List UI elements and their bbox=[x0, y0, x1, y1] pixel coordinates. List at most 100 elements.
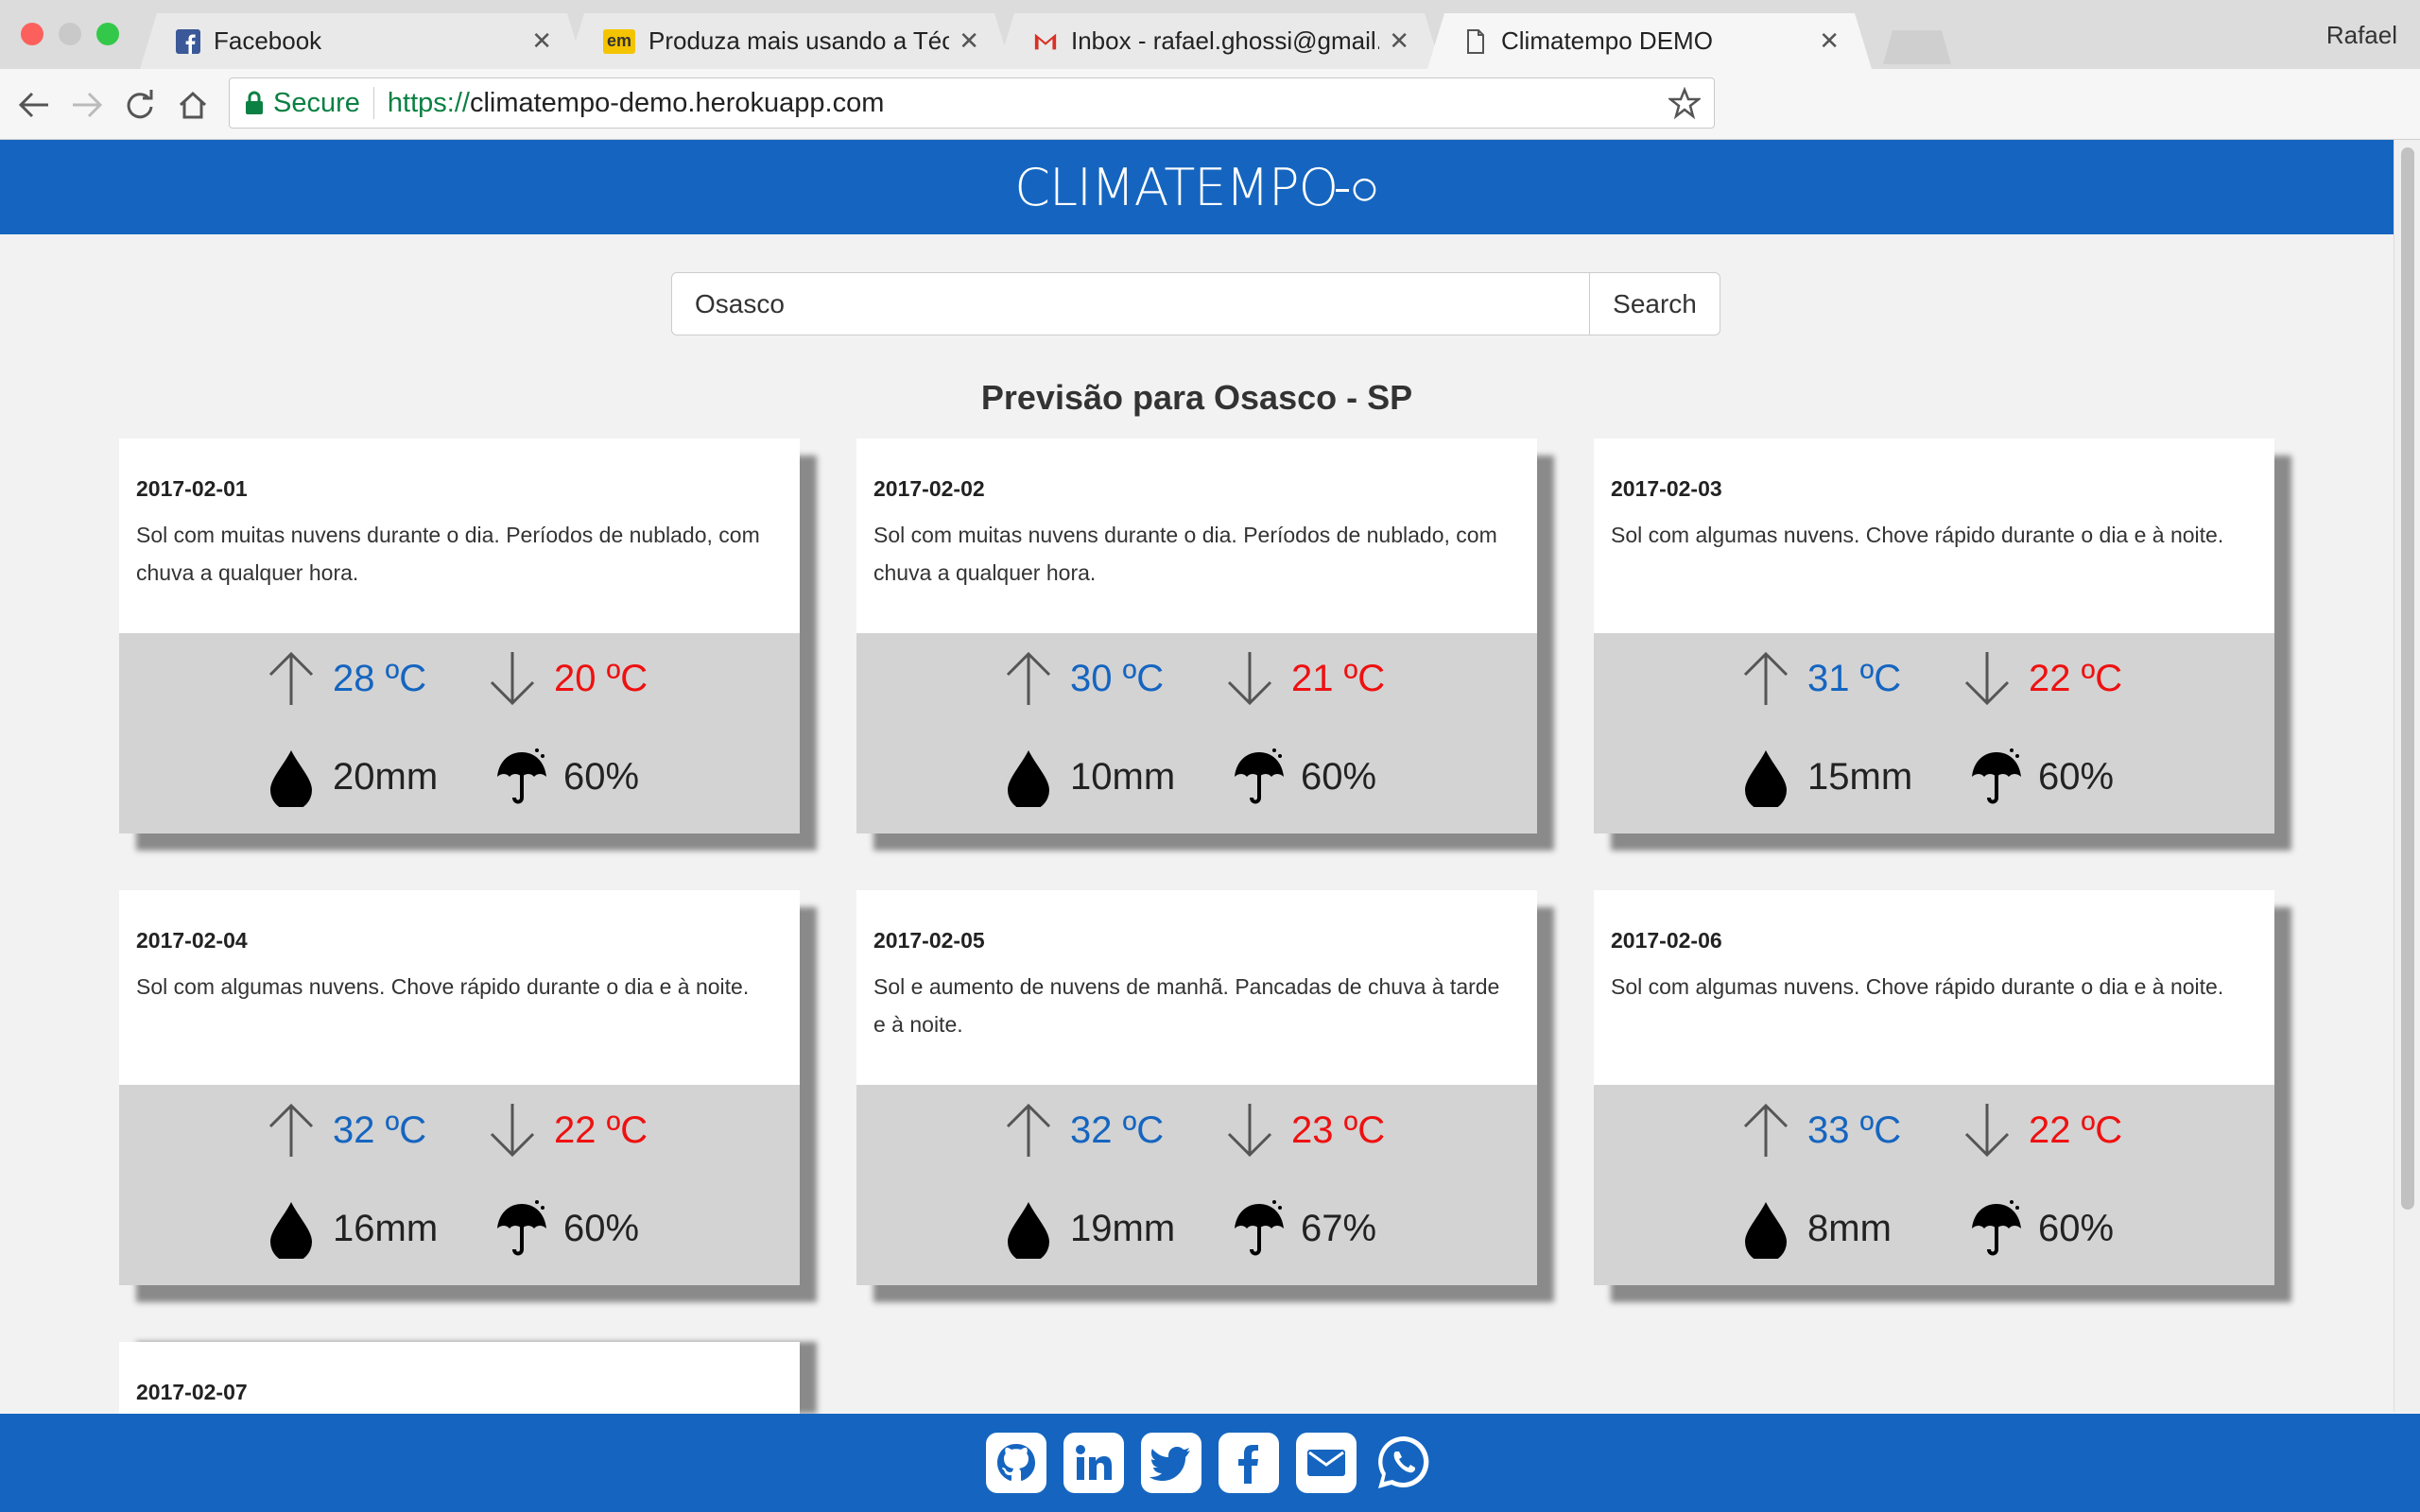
rain-volume-value: 10mm bbox=[1070, 755, 1176, 798]
temp-max: 33 ºC bbox=[1737, 1100, 1901, 1160]
search-form: Search bbox=[671, 272, 1720, 335]
temp-max-value: 32 ºC bbox=[333, 1108, 427, 1151]
forecast-stats: 32 ºC 22 ºC 16mm 60% bbox=[119, 1085, 800, 1285]
forecast-stats: 28 ºC 20 ºC 20mm 60% bbox=[119, 633, 800, 833]
profile-name[interactable]: Rafael bbox=[2326, 21, 2397, 50]
forecast-card: 2017-02-06 Sol com algumas nuvens. Chove … bbox=[1594, 890, 2274, 1285]
bookmark-star-icon[interactable] bbox=[1668, 87, 1701, 119]
forecast-description: Sol com algumas nuvens. Chove rápido dur… bbox=[1611, 523, 2224, 547]
temp-max: 32 ºC bbox=[1000, 1100, 1164, 1160]
whatsapp-icon[interactable] bbox=[1374, 1433, 1434, 1493]
forecast-stats: 33 ºC 22 ºC 8mm 60% bbox=[1594, 1085, 2274, 1285]
rain-volume-value: 20mm bbox=[333, 755, 439, 798]
forecast-description: Sol e aumento de nuvens de manhã. Pancad… bbox=[873, 974, 1500, 1037]
rain-probability-value: 60% bbox=[563, 1207, 640, 1249]
tab-title: Climatempo DEMO bbox=[1501, 26, 1713, 55]
arrow-down-icon bbox=[1964, 1104, 2010, 1158]
temp-max-value: 30 ºC bbox=[1070, 657, 1165, 699]
rain-probability: 60% bbox=[1968, 747, 2114, 807]
rain-probability-value: 67% bbox=[1301, 1207, 1377, 1249]
arrow-up-icon bbox=[268, 651, 314, 705]
arrow-down-icon bbox=[1964, 652, 2010, 706]
tab-close-icon[interactable]: ✕ bbox=[959, 26, 979, 56]
umbrella-icon bbox=[1235, 748, 1284, 804]
forecast-description: Sol com algumas nuvens. Chove rápido dur… bbox=[1611, 974, 2224, 999]
minimize-window-button[interactable] bbox=[59, 23, 81, 45]
new-tab-button[interactable] bbox=[1883, 30, 1951, 64]
temp-min: 22 ºC bbox=[1959, 648, 2122, 709]
forecast-card: 2017-02-07 bbox=[119, 1342, 800, 1414]
arrow-down-icon bbox=[1227, 652, 1272, 706]
rain-probability: 60% bbox=[1968, 1198, 2114, 1259]
page-favicon-icon bbox=[1463, 29, 1488, 54]
umbrella-icon bbox=[497, 1200, 546, 1256]
maximize-window-button[interactable] bbox=[96, 23, 119, 45]
footer bbox=[0, 1414, 2420, 1512]
forward-icon[interactable] bbox=[68, 86, 106, 124]
forecast-date: 2017-02-07 bbox=[136, 1380, 248, 1404]
arrow-up-icon bbox=[268, 1103, 314, 1157]
arrow-down-icon bbox=[1227, 1104, 1272, 1158]
github-icon[interactable] bbox=[986, 1433, 1046, 1493]
rain-probability-value: 60% bbox=[1301, 755, 1377, 798]
back-icon[interactable] bbox=[15, 86, 53, 124]
url-host: climatempo-demo.herokuapp.com bbox=[469, 87, 885, 118]
rain-probability: 60% bbox=[493, 1198, 639, 1259]
scrollbar-thumb[interactable] bbox=[2401, 147, 2414, 1210]
temp-min-value: 23 ºC bbox=[1291, 1108, 1386, 1151]
forecast-card: 2017-02-03 Sol com algumas nuvens. Chove … bbox=[1594, 438, 2274, 833]
rain-volume: 19mm bbox=[1000, 1198, 1175, 1259]
linkedin-icon[interactable] bbox=[1063, 1433, 1124, 1493]
facebook-icon[interactable] bbox=[1219, 1433, 1279, 1493]
rain-drop-icon bbox=[1745, 750, 1787, 807]
lock-icon bbox=[246, 91, 263, 114]
rain-volume: 10mm bbox=[1000, 747, 1175, 807]
tab-inbox[interactable]: Inbox - rafael.ghossi@gmail.com ✕ bbox=[997, 13, 1442, 69]
rain-volume: 15mm bbox=[1737, 747, 1912, 807]
tab-produza[interactable]: em Produza mais usando a Técnica ✕ bbox=[567, 13, 1011, 69]
tab-close-icon[interactable]: ✕ bbox=[1819, 26, 1840, 56]
rain-volume: 20mm bbox=[263, 747, 438, 807]
rain-probability-value: 60% bbox=[2038, 1207, 2115, 1249]
temp-min: 21 ºC bbox=[1221, 648, 1385, 709]
temp-max-value: 33 ºC bbox=[1807, 1108, 1902, 1151]
rain-probability: 67% bbox=[1231, 1198, 1376, 1259]
rain-volume-value: 16mm bbox=[333, 1207, 439, 1249]
tab-close-icon[interactable]: ✕ bbox=[1389, 26, 1409, 56]
close-window-button[interactable] bbox=[21, 23, 43, 45]
page-scrollbar[interactable] bbox=[2394, 140, 2420, 1412]
email-icon[interactable] bbox=[1296, 1433, 1357, 1493]
brand-logo[interactable]: CLIMATEMPO ○ bbox=[1014, 158, 1379, 217]
address-separator bbox=[372, 87, 374, 119]
address-bar[interactable]: Secure https:// climatempo-demo.herokuap… bbox=[229, 77, 1715, 129]
temp-max: 28 ºC bbox=[263, 648, 426, 709]
temp-max-value: 28 ºC bbox=[333, 657, 427, 699]
twitter-icon[interactable] bbox=[1141, 1433, 1201, 1493]
tab-title: Inbox - rafael.ghossi@gmail.com bbox=[1071, 26, 1376, 55]
forecast-date: 2017-02-02 bbox=[873, 476, 985, 501]
arrow-up-icon bbox=[1743, 651, 1789, 705]
temp-max: 32 ºC bbox=[263, 1100, 426, 1160]
forecast-title: Previsão para Osasco - SP bbox=[980, 378, 1413, 417]
secure-label: Secure bbox=[273, 87, 360, 118]
forecast-stats: 31 ºC 22 ºC 15mm 60% bbox=[1594, 633, 2274, 833]
tab-close-icon[interactable]: ✕ bbox=[531, 26, 552, 56]
temp-min: 23 ºC bbox=[1221, 1100, 1385, 1160]
rain-probability: 60% bbox=[1231, 747, 1376, 807]
search-button[interactable]: Search bbox=[1590, 272, 1720, 335]
umbrella-icon bbox=[1972, 748, 2021, 804]
temp-min-value: 20 ºC bbox=[554, 657, 648, 699]
tab-facebook[interactable]: Facebook ✕ bbox=[140, 13, 584, 69]
reload-icon[interactable] bbox=[121, 86, 159, 124]
rain-drop-icon bbox=[270, 1202, 312, 1259]
tab-climatempo[interactable]: Climatempo DEMO ✕ bbox=[1427, 13, 1872, 69]
arrow-down-icon bbox=[490, 1104, 535, 1158]
rain-volume-value: 8mm bbox=[1807, 1207, 1892, 1249]
temp-min-value: 21 ºC bbox=[1291, 657, 1386, 699]
city-search-input[interactable] bbox=[671, 272, 1590, 335]
home-icon[interactable] bbox=[174, 86, 212, 124]
forecast-description: Sol com muitas nuvens durante o dia. Per… bbox=[873, 523, 1497, 585]
rain-probability-value: 60% bbox=[563, 755, 640, 798]
forecast-description: Sol com algumas nuvens. Chove rápido dur… bbox=[136, 974, 750, 999]
forecast-date: 2017-02-05 bbox=[873, 928, 985, 953]
